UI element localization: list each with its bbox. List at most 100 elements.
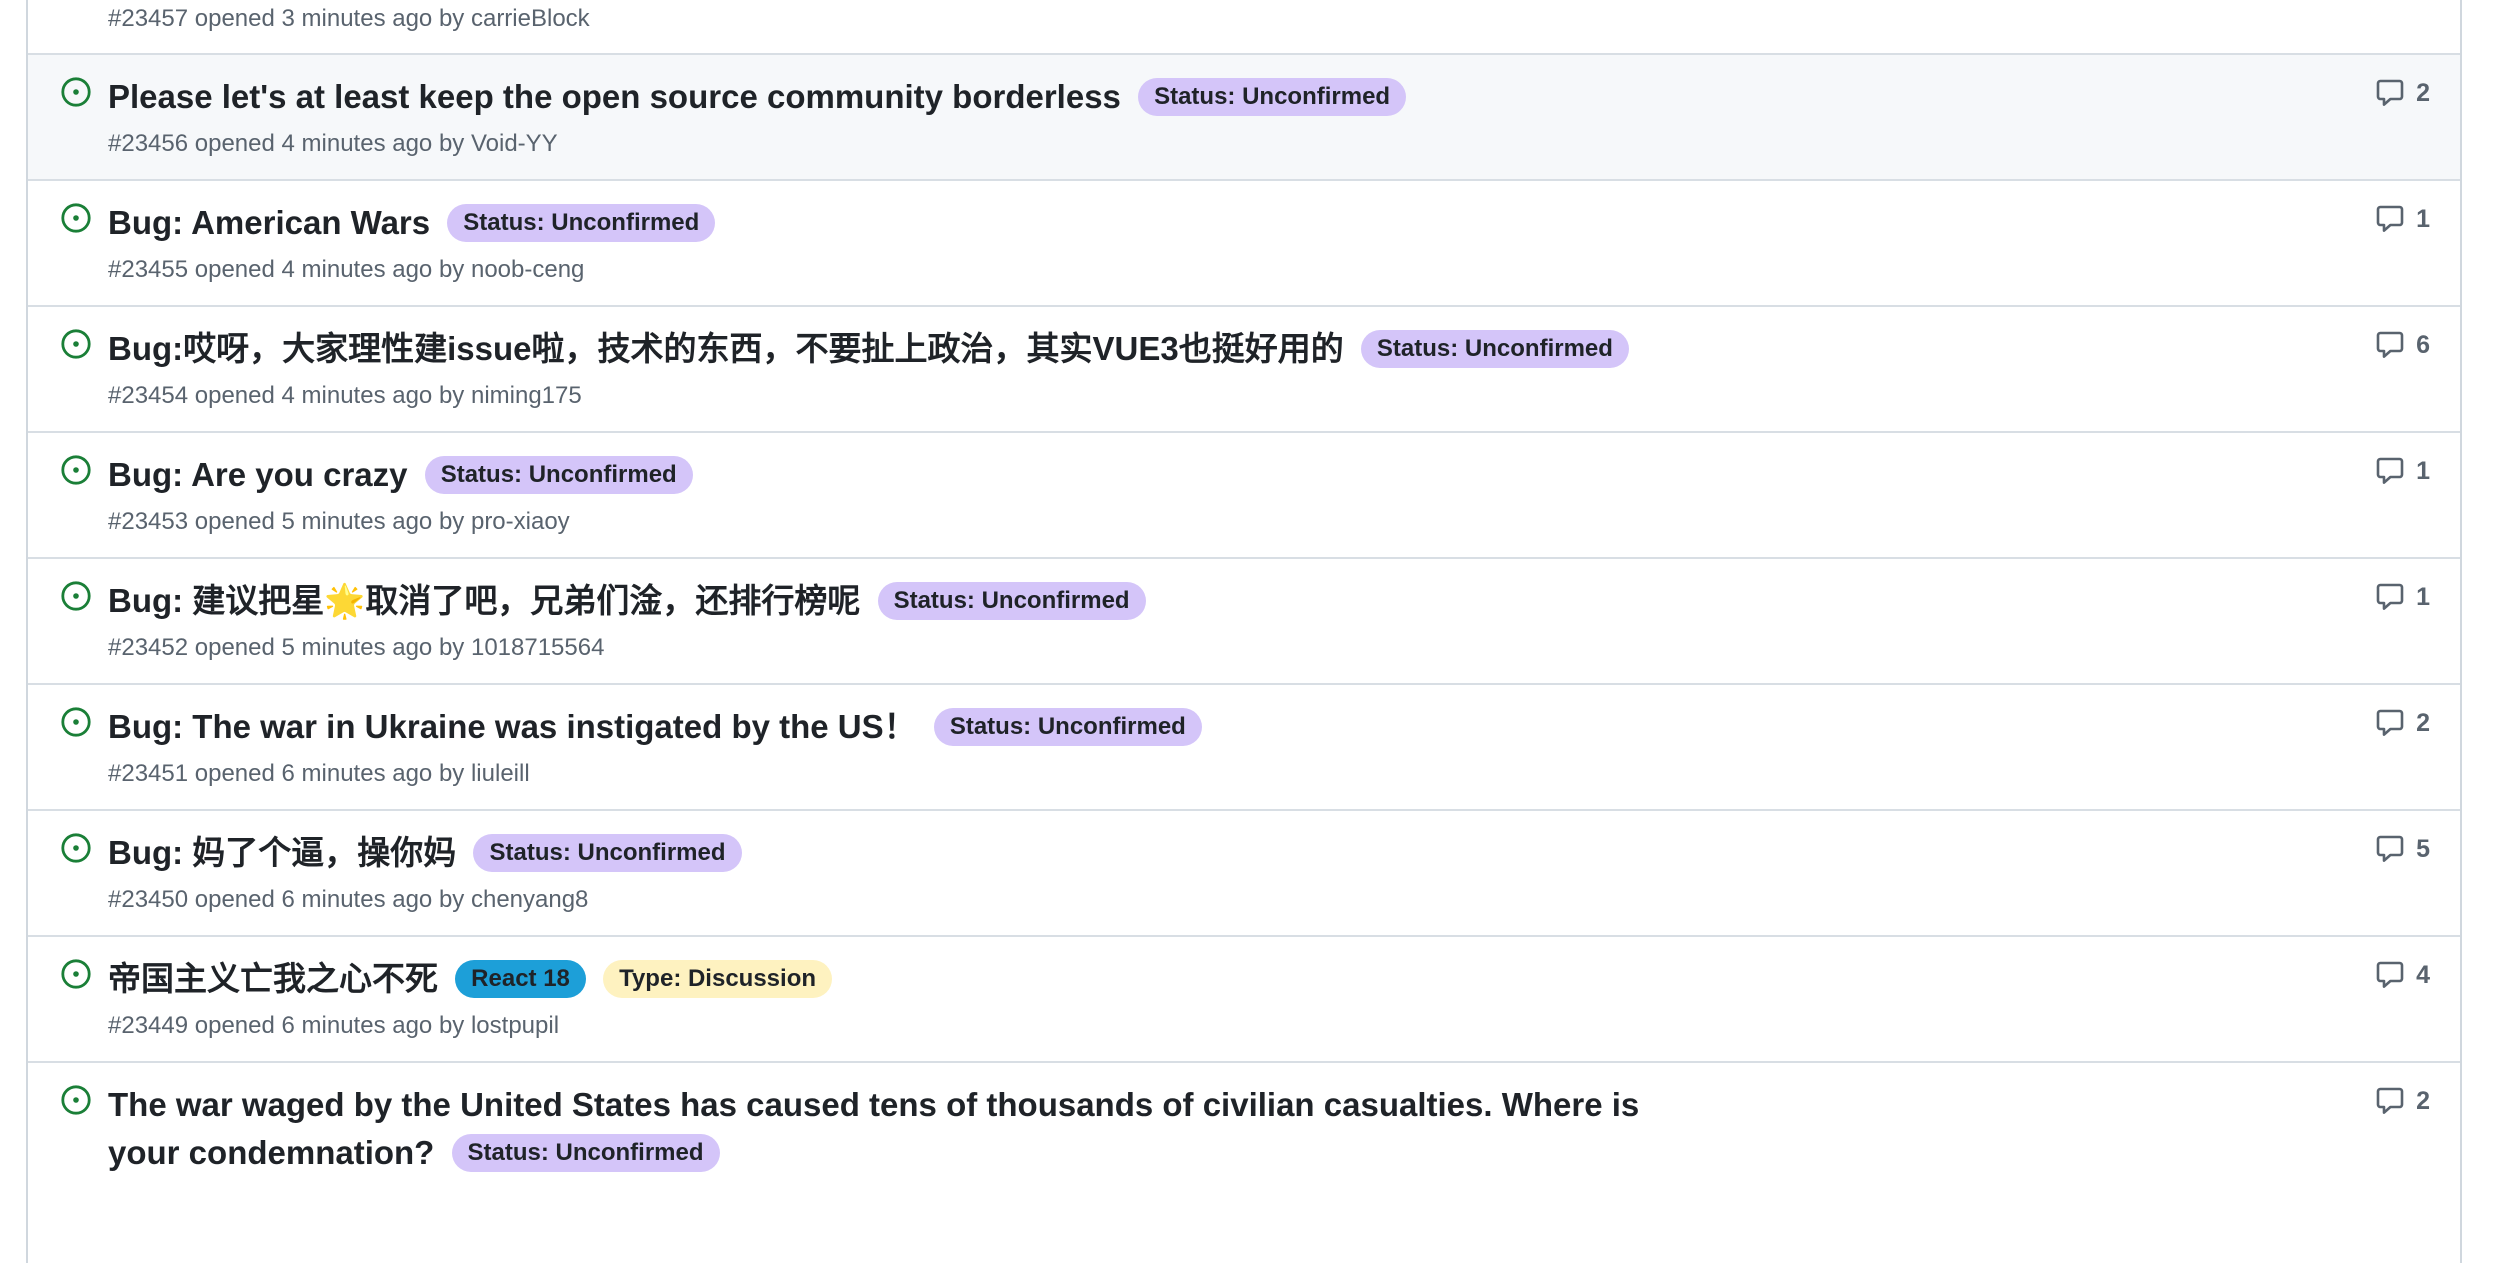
comments-link[interactable]: 2 — [2374, 77, 2430, 109]
issue-title-link[interactable]: Bug: 建议把星🌟取消了吧，兄弟们淦，还排行榜呢 — [108, 582, 860, 619]
comment-count: 2 — [2416, 708, 2430, 737]
issue-title-link[interactable]: Please let's at least keep the open sour… — [108, 78, 1121, 115]
issue-number[interactable]: #23452 — [108, 634, 188, 661]
issue-title-line: Bug: American Wars Status: Unconfirmed — [108, 199, 1808, 247]
issue-list: #23457 opened 3 minutes ago by carrieBlo… — [26, 0, 2462, 1263]
comment-icon — [2376, 457, 2404, 484]
issue-number[interactable]: #23450 — [108, 886, 188, 913]
issue-row[interactable]: Bug: The war in Ukraine was instigated b… — [28, 685, 2460, 811]
issue-main: Bug: American Wars Status: Unconfirmed #… — [108, 199, 1808, 287]
issue-opened-text: opened 4 minutes ago by — [194, 382, 465, 409]
issue-meta: #23450 opened 6 minutes ago by chenyang8 — [108, 883, 1808, 917]
label-status-unconfirmed[interactable]: Status: Unconfirmed — [933, 708, 1202, 746]
issue-title-line: Bug:哎呀，大家理性建issue啦，技术的东西，不要扯上政治，其实VUE3也挺… — [108, 325, 1808, 373]
issue-opened-icon — [61, 833, 91, 863]
comments-link[interactable]: 1 — [2374, 581, 2430, 613]
comment-icon — [2376, 583, 2404, 610]
issue-opened-text: opened 4 minutes ago by — [194, 130, 465, 157]
issue-title-link[interactable]: Bug: 妈了个逼，操你妈 — [108, 834, 456, 871]
issue-title-line: 帝国主义亡我之心不死 React 18 Type: Discussion — [108, 955, 1808, 1003]
label-react-18[interactable]: React 18 — [455, 960, 586, 998]
comments-link[interactable]: 2 — [2374, 707, 2430, 739]
issue-title-line: The war waged by the United States has c… — [108, 1081, 1708, 1177]
comment-icon — [2376, 205, 2404, 232]
issue-author[interactable]: Void-YY — [471, 130, 558, 157]
comments-link[interactable]: 2 — [2374, 1085, 2430, 1117]
issue-author[interactable]: carrieBlock — [471, 5, 590, 32]
issue-number[interactable]: #23454 — [108, 382, 188, 409]
comment-icon — [2376, 1087, 2404, 1114]
comment-count: 1 — [2416, 456, 2430, 485]
issue-author[interactable]: niming175 — [471, 382, 582, 409]
issue-opened-text: opened 5 minutes ago by — [194, 634, 465, 661]
issue-opened-icon — [61, 959, 91, 989]
issue-title-link[interactable]: 帝国主义亡我之心不死 — [108, 960, 438, 997]
issue-row[interactable]: The war waged by the United States has c… — [28, 1063, 2460, 1263]
comment-count: 5 — [2416, 834, 2430, 863]
issue-main: Bug: 妈了个逼，操你妈 Status: Unconfirmed #23450… — [108, 829, 1808, 917]
issue-title-link[interactable]: Bug: American Wars — [108, 204, 430, 241]
issue-title-link[interactable]: Bug: The war in Ukraine was instigated b… — [108, 708, 917, 745]
comments-link[interactable]: 4 — [2374, 959, 2430, 991]
issue-author[interactable]: chenyang8 — [471, 886, 588, 913]
issue-author[interactable]: 1018715564 — [471, 634, 604, 661]
issue-main: 帝国主义亡我之心不死 React 18 Type: Discussion #23… — [108, 955, 1808, 1043]
issue-number[interactable]: #23457 — [108, 5, 188, 32]
comment-count: 4 — [2416, 960, 2430, 989]
issue-author[interactable]: liuleill — [471, 760, 530, 787]
issue-main: Please let's at least keep the open sour… — [108, 73, 1808, 161]
label-status-unconfirmed[interactable]: Status: Unconfirmed — [424, 456, 693, 494]
issue-opened-text: opened 5 minutes ago by — [194, 508, 465, 535]
comment-icon — [2376, 331, 2404, 358]
issue-main: Bug: 建议把星🌟取消了吧，兄弟们淦，还排行榜呢 Status: Unconf… — [108, 577, 1808, 665]
issue-row[interactable]: Please let's at least keep the open sour… — [28, 55, 2460, 181]
label-status-unconfirmed[interactable]: Status: Unconfirmed — [447, 204, 716, 242]
issue-meta: #23449 opened 6 minutes ago by lostpupil — [108, 1009, 1808, 1043]
label-status-unconfirmed[interactable]: Status: Unconfirmed — [1138, 78, 1407, 116]
issue-meta: #23457 opened 3 minutes ago by carrieBlo… — [108, 2, 1808, 36]
issue-number[interactable]: #23456 — [108, 130, 188, 157]
label-status-unconfirmed[interactable]: Status: Unconfirmed — [451, 1134, 720, 1172]
issue-row[interactable]: Bug: 妈了个逼，操你妈 Status: Unconfirmed #23450… — [28, 811, 2460, 937]
comment-count: 1 — [2416, 582, 2430, 611]
issue-title-link[interactable]: Bug:哎呀，大家理性建issue啦，技术的东西，不要扯上政治，其实VUE3也挺… — [108, 330, 1344, 367]
issue-title-line: Bug: The war in Ukraine was instigated b… — [108, 703, 1808, 751]
issue-number[interactable]: #23449 — [108, 1012, 188, 1039]
issue-opened-text: opened 3 minutes ago by — [194, 5, 465, 32]
label-status-unconfirmed[interactable]: Status: Unconfirmed — [1360, 330, 1629, 368]
comment-count: 1 — [2416, 204, 2430, 233]
issue-row[interactable]: Bug: Are you crazy Status: Unconfirmed #… — [28, 433, 2460, 559]
issue-main: Bug: Are you crazy Status: Unconfirmed #… — [108, 451, 1808, 539]
issue-author[interactable]: noob-ceng — [471, 256, 584, 283]
label-type-discussion[interactable]: Type: Discussion — [603, 960, 833, 998]
comments-link[interactable]: 6 — [2374, 329, 2430, 361]
issue-main: Bug:哎呀，大家理性建issue啦，技术的东西，不要扯上政治，其实VUE3也挺… — [108, 325, 1808, 413]
issue-opened-text: opened 4 minutes ago by — [194, 256, 465, 283]
issue-row[interactable]: 帝国主义亡我之心不死 React 18 Type: Discussion #23… — [28, 937, 2460, 1063]
label-status-unconfirmed[interactable]: Status: Unconfirmed — [473, 834, 742, 872]
issue-number[interactable]: #23451 — [108, 760, 188, 787]
issue-meta: #23456 opened 4 minutes ago by Void-YY — [108, 127, 1808, 161]
issue-title-line: Bug: 建议把星🌟取消了吧，兄弟们淦，还排行榜呢 Status: Unconf… — [108, 577, 1808, 625]
issue-opened-icon — [61, 455, 91, 485]
issue-meta: #23453 opened 5 minutes ago by pro-xiaoy — [108, 505, 1808, 539]
comments-link[interactable]: 1 — [2374, 455, 2430, 487]
issue-author[interactable]: lostpupil — [471, 1012, 559, 1039]
issue-number[interactable]: #23455 — [108, 256, 188, 283]
issue-title-line: Bug: Are you crazy Status: Unconfirmed — [108, 451, 1808, 499]
issue-author[interactable]: pro-xiaoy — [471, 508, 570, 535]
issue-row[interactable]: Bug: American Wars Status: Unconfirmed #… — [28, 181, 2460, 307]
issue-title-link[interactable]: The war waged by the United States has c… — [108, 1086, 1639, 1171]
comments-link[interactable]: 5 — [2374, 833, 2430, 865]
issue-number[interactable]: #23453 — [108, 508, 188, 535]
issue-row[interactable]: #23457 opened 3 minutes ago by carrieBlo… — [28, 0, 2460, 55]
issue-main: #23457 opened 3 minutes ago by carrieBlo… — [108, 0, 1808, 36]
comments-link[interactable]: 1 — [2374, 203, 2430, 235]
issue-row[interactable]: Bug:哎呀，大家理性建issue啦，技术的东西，不要扯上政治，其实VUE3也挺… — [28, 307, 2460, 433]
issue-row[interactable]: Bug: 建议把星🌟取消了吧，兄弟们淦，还排行榜呢 Status: Unconf… — [28, 559, 2460, 685]
label-status-unconfirmed[interactable]: Status: Unconfirmed — [877, 582, 1146, 620]
issue-opened-icon — [61, 203, 91, 233]
issue-title-line: Please let's at least keep the open sour… — [108, 73, 1808, 121]
comment-count: 2 — [2416, 1086, 2430, 1115]
issue-title-link[interactable]: Bug: Are you crazy — [108, 456, 408, 493]
